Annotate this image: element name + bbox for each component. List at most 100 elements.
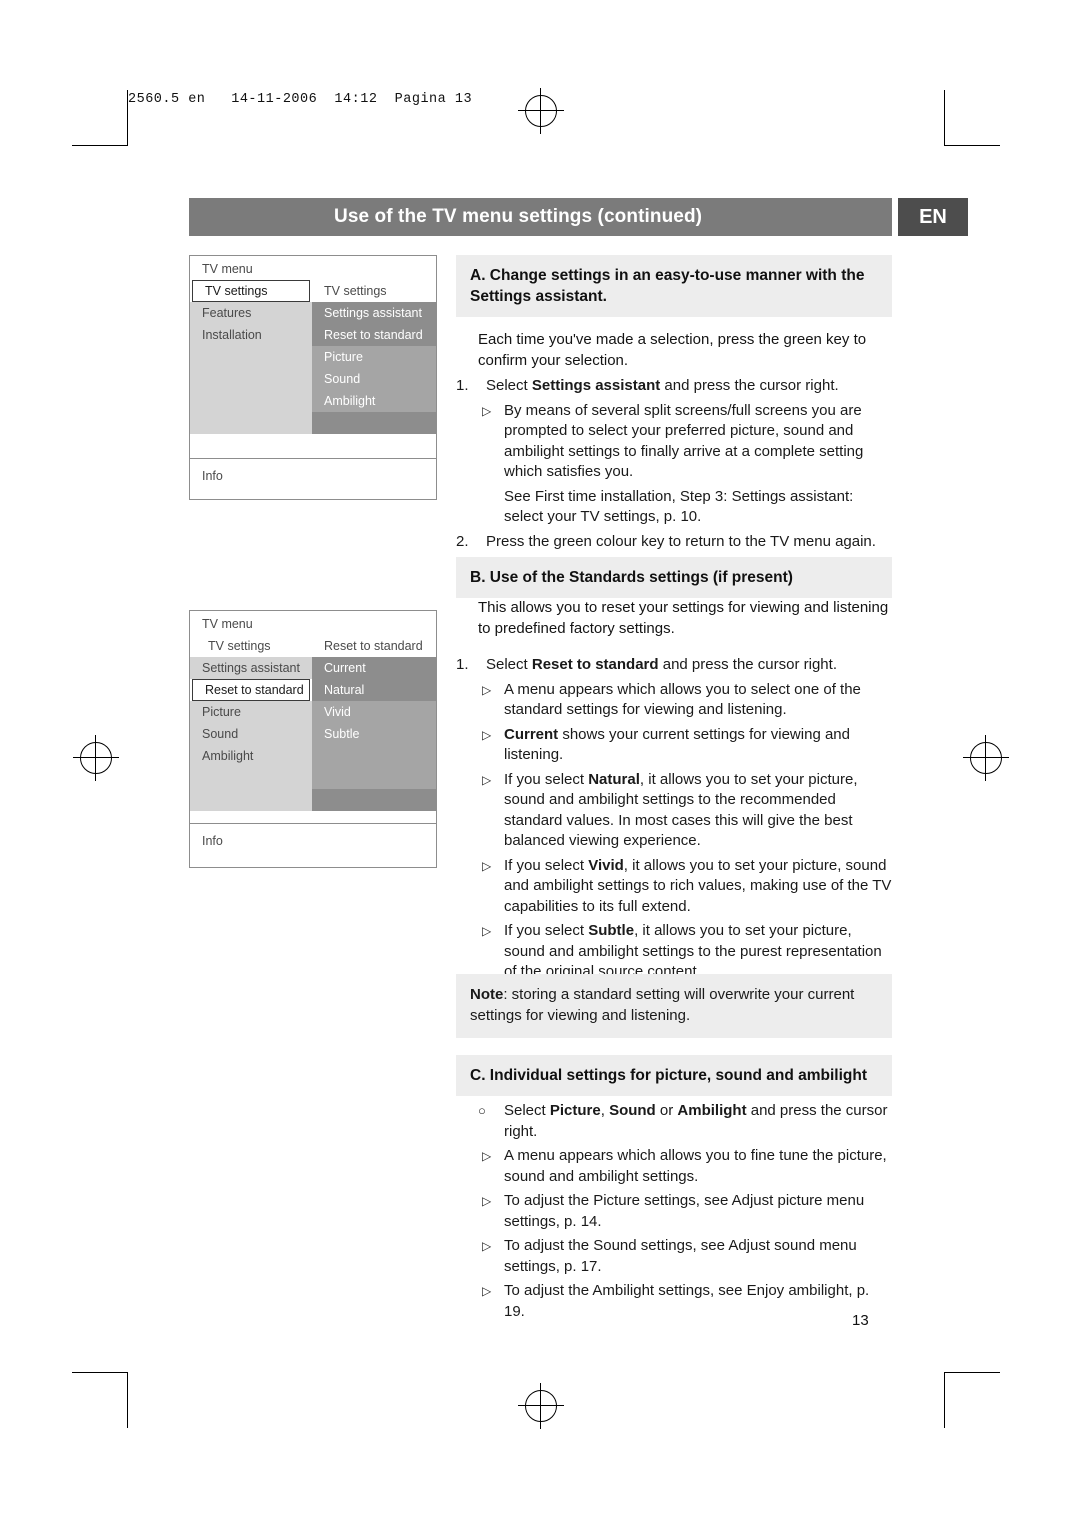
tv-menu-mock-1: TV menu TV settings Features Installatio… (189, 255, 437, 500)
note-box: Note: storing a standard setting will ov… (456, 974, 892, 1038)
list-item: ▷ To adjust the Picture settings, see Ad… (456, 1191, 892, 1232)
tv-menu-1-left-blank-0 (190, 346, 312, 368)
list-marker: ▷ (482, 727, 492, 742)
list-marker: ▷ (482, 1194, 492, 1208)
list-item: 1. Select Reset to standard and press th… (456, 655, 892, 676)
registration-mark-right (963, 735, 1009, 781)
list-text: If you select Vivid, it allows you to se… (504, 856, 892, 915)
section-c-list: ○ Select Picture, Sound or Ambilight and… (456, 1101, 892, 1322)
crop-mark-bottom-right-v (944, 1372, 945, 1428)
tv-menu-1-right-item-2[interactable]: Picture (312, 346, 436, 368)
tv-menu-2-right-item-1[interactable]: Natural (312, 679, 436, 701)
tv-menu-1-columns: TV settings Features Installation TV set… (190, 280, 436, 434)
tv-menu-2-left-item-2[interactable]: Picture (190, 701, 312, 723)
tv-menu-2-right-column: Reset to standard Current Natural Vivid … (312, 635, 436, 811)
tv-menu-2-left-blank-0 (190, 767, 312, 789)
section-a-list: 1. Select Settings assistant and press t… (456, 376, 892, 552)
tv-menu-1-left-column: TV settings Features Installation (190, 280, 312, 434)
list-text: If you select Natural, it allows you to … (504, 770, 858, 850)
tv-menu-1-left-blank-1 (190, 368, 312, 390)
list-text: If you select Subtle, it allows you to s… (504, 922, 882, 980)
list-text: To adjust the Ambilight settings, see En… (504, 1282, 870, 1320)
tv-menu-2-left-item-0[interactable]: Settings assistant (190, 657, 312, 679)
list-item: ▷ A menu appears which allows you to fin… (456, 1146, 892, 1187)
tv-menu-1-left-item-2[interactable]: Installation (190, 324, 312, 346)
list-marker: 1. (456, 656, 469, 673)
tv-menu-1-right-item-0[interactable]: Settings assistant (312, 302, 436, 324)
crop-mark-bottom-right-h (944, 1372, 1000, 1373)
tv-menu-1-right-item-1[interactable]: Reset to standard (312, 324, 436, 346)
tv-menu-1-right-item-3[interactable]: Sound (312, 368, 436, 390)
section-b-heading: B. Use of the Standards settings (if pre… (456, 557, 892, 598)
tv-menu-2-left-column: TV settings Settings assistant Reset to … (190, 635, 312, 811)
tv-menu-2-right-head: Reset to standard (312, 635, 436, 657)
list-text: By means of several split screens/full s… (504, 401, 864, 481)
section-b-list: 1. Select Reset to standard and press th… (456, 655, 892, 1007)
page-title: Use of the TV menu settings (continued) (334, 206, 703, 227)
tv-menu-2-right-item-0[interactable]: Current (312, 657, 436, 679)
list-text: Press the green colour key to return to … (486, 532, 876, 550)
tv-menu-2-right-blank-1 (312, 767, 436, 789)
tv-menu-2-right-item-2[interactable]: Vivid (312, 701, 436, 723)
list-marker: ▷ (482, 682, 492, 697)
section-b-heading-text: B. Use of the Standards settings (if pre… (470, 569, 793, 586)
registration-mark-bottom (518, 1383, 564, 1429)
section-a-heading-text: A. Change settings in an easy-to-use man… (470, 267, 865, 305)
crop-mark-top-left-h (72, 145, 128, 146)
list-marker: ▷ (482, 772, 492, 787)
list-item: ▷ If you select Vivid, it allows you to … (456, 856, 892, 918)
list-marker: ▷ (482, 1239, 492, 1253)
tv-menu-2-left-item-3[interactable]: Sound (190, 723, 312, 745)
tv-menu-mock-2: TV menu TV settings Settings assistant R… (189, 610, 437, 868)
registration-mark-left (73, 735, 119, 781)
list-marker: ○ (478, 1103, 486, 1118)
section-c-heading-text: C. Individual settings for picture, soun… (470, 1067, 867, 1084)
list-text: To adjust the Sound settings, see Adjust… (504, 1237, 857, 1275)
list-item: 1. Select Settings assistant and press t… (456, 376, 892, 397)
tv-menu-1-left-blank-3 (190, 412, 312, 434)
crop-mark-top-right-h (944, 145, 1000, 146)
tv-menu-2-footer: Info (190, 823, 436, 848)
tv-menu-1-left-item-0[interactable]: TV settings (192, 280, 310, 302)
tv-menu-1-footer: Info (190, 458, 436, 483)
tv-menu-2-left-head: TV settings (190, 635, 312, 657)
list-text: A menu appears which allows you to fine … (504, 1147, 887, 1185)
crop-mark-bottom-left-v (127, 1372, 128, 1428)
section-a-intro: Each time you've made a selection, press… (478, 331, 867, 369)
tv-menu-1-right-item-4[interactable]: Ambilight (312, 390, 436, 412)
list-item: ▷ Current shows your current settings fo… (456, 725, 892, 766)
page-number: 13 (852, 1312, 869, 1329)
registration-mark-top (518, 88, 564, 134)
section-c-heading: C. Individual settings for picture, soun… (456, 1055, 892, 1096)
tv-menu-2-right-blank-2 (312, 789, 436, 811)
list-marker: ▷ (482, 858, 492, 873)
print-slug: 2560.5 en 14-11-2006 14:12 Pagina 13 (128, 92, 473, 107)
tv-menu-1-left-item-1[interactable]: Features (190, 302, 312, 324)
list-marker: ▷ (482, 403, 492, 418)
list-item: ▷ A menu appears which allows you to sel… (456, 680, 892, 721)
note-text: Note: storing a standard setting will ov… (470, 986, 855, 1024)
list-item: ▷ By means of several split screens/full… (456, 401, 892, 483)
list-item: ▷ If you select Natural, it allows you t… (456, 770, 892, 852)
list-text: Select Settings assistant and press the … (486, 377, 839, 394)
list-text: Select Picture, Sound or Ambilight and p… (504, 1102, 888, 1140)
tv-menu-2-right-item-3[interactable]: Subtle (312, 723, 436, 745)
list-text: See First time installation, Step 3: Set… (504, 487, 854, 526)
page-title-bar: Use of the TV menu settings (continued) (189, 198, 892, 236)
list-text: To adjust the Picture settings, see Adju… (504, 1192, 865, 1230)
tv-menu-1-right-blank (312, 412, 436, 434)
tv-menu-2-left-blank-1 (190, 789, 312, 811)
list-marker: 1. (456, 377, 469, 394)
tv-menu-2-right-blank-0 (312, 745, 436, 767)
tv-menu-2-columns: TV settings Settings assistant Reset to … (190, 635, 436, 811)
tv-menu-1-left-blank-2 (190, 390, 312, 412)
list-item: 2. Press the green colour key to return … (456, 532, 892, 553)
tv-menu-2-left-item-1[interactable]: Reset to standard (192, 679, 310, 701)
list-text: Select Reset to standard and press the c… (486, 656, 837, 673)
tv-menu-1-right-head: TV settings (312, 280, 436, 302)
list-item: ○ Select Picture, Sound or Ambilight and… (456, 1101, 892, 1142)
tv-menu-2-left-item-4[interactable]: Ambilight (190, 745, 312, 767)
list-text: A menu appears which allows you to selec… (504, 680, 861, 719)
list-marker: 2. (456, 532, 469, 550)
language-badge: EN (898, 198, 968, 236)
